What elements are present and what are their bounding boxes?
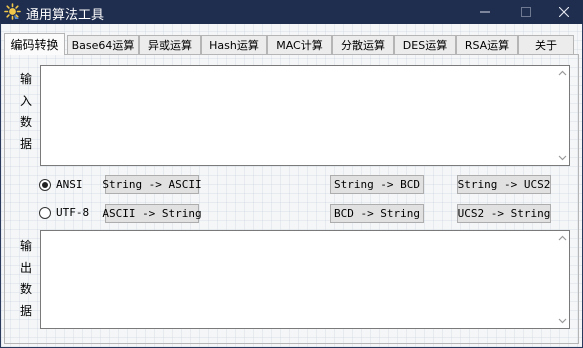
bcd-to-string-button[interactable]: BCD -> String [330,204,424,223]
maximize-button[interactable] [503,0,549,24]
input-label-char: 入 [19,93,32,108]
tab-strip: 编码转换 Base64运算 异或运算 Hash运算 MAC计算 分散运算 DES… [4,33,579,55]
close-icon [558,7,569,17]
maximize-icon [521,7,531,17]
output-label-char: 数 [19,282,32,296]
input-data-label: 输 入 数 据 [18,69,34,155]
chevron-up-icon [558,70,566,76]
minimize-button[interactable] [462,0,508,24]
input-scrollbar[interactable] [555,66,569,165]
string-to-ucs2-button[interactable]: String -> UCS2 [457,175,551,194]
output-label-char: 出 [19,260,32,275]
ascii-to-string-button[interactable]: ASCII -> String [102,204,202,223]
string-to-bcd-button[interactable]: String -> BCD [330,175,424,194]
tab-base64[interactable]: Base64运算 [67,35,139,54]
scroll-up-button[interactable] [555,232,569,244]
scroll-down-button[interactable] [555,152,569,164]
scroll-up-button[interactable] [555,67,569,79]
tab-encoding-convert[interactable]: 编码转换 [4,33,65,55]
tab-rsa[interactable]: RSA运算 [456,35,518,54]
output-label-char: 据 [19,303,32,318]
tab-des[interactable]: DES运算 [394,35,456,54]
window-body: 编码转换 Base64运算 异或运算 Hash运算 MAC计算 分散运算 DES… [0,24,583,348]
chevron-down-icon [558,318,566,324]
radio-ansi-label: ANSI [56,178,83,191]
input-label-char: 数 [19,115,32,129]
radio-button-unselected[interactable] [39,206,51,219]
tab-hash[interactable]: Hash运算 [201,35,267,54]
tab-disperse[interactable]: 分散运算 [332,35,394,54]
output-label-char: 输 [19,239,32,253]
radio-utf8[interactable]: UTF-8 [39,206,89,219]
close-button[interactable] [544,0,583,24]
string-to-ascii-button[interactable]: String -> ASCII [102,175,202,194]
window-title: 通用算法工具 [26,8,105,23]
output-data-label: 输 出 数 据 [18,236,34,322]
scroll-down-button[interactable] [555,315,569,327]
radio-utf8-label: UTF-8 [56,206,90,219]
output-scrollbar[interactable] [555,231,569,328]
input-label-char: 据 [19,136,32,151]
minimize-icon [480,11,490,13]
input-label-char: 输 [19,72,32,86]
tab-about[interactable]: 关于 [518,35,574,54]
ucs2-to-string-button[interactable]: UCS2 -> String [457,204,551,223]
tab-xor[interactable]: 异或运算 [139,35,201,54]
title-bar[interactable]: 通用算法工具 [0,0,583,24]
radio-button-selected[interactable] [39,178,51,191]
input-data-textarea[interactable] [40,65,570,166]
chevron-up-icon [558,235,566,241]
radio-ansi[interactable]: ANSI [39,178,83,191]
output-data-textarea[interactable] [40,230,570,329]
app-sun-icon [4,3,21,20]
tab-mac[interactable]: MAC计算 [267,35,332,54]
chevron-down-icon [558,155,566,161]
